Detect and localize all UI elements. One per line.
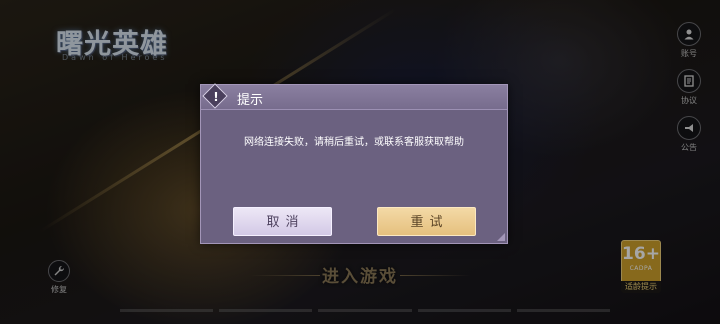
dialog-header: ! 提示 [201, 83, 507, 110]
network-error-dialog: ! 提示 网络连接失败，请稍后重试，或联系客服获取帮助 取消 重试 [200, 83, 508, 244]
retry-button[interactable]: 重试 [377, 207, 476, 236]
exclamation-icon: ! [213, 90, 219, 104]
dialog-message: 网络连接失败，请稍后重试，或联系客服获取帮助 [244, 137, 464, 148]
dialog-corner-deco [497, 233, 505, 241]
cancel-button[interactable]: 取消 [233, 207, 332, 236]
dialog-title: 提示 [237, 93, 264, 108]
